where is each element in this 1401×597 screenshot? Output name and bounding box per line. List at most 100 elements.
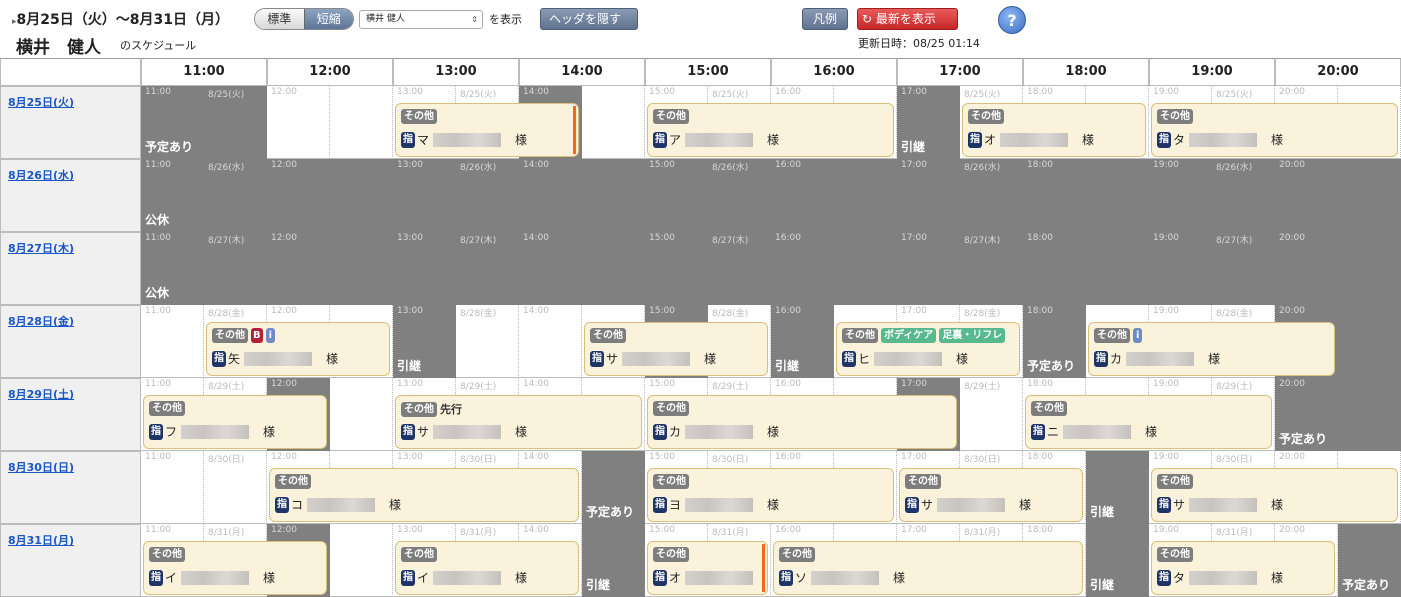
time-slot[interactable]: 8/27(木) — [456, 232, 519, 305]
time-slot[interactable]: 19:00 — [1149, 159, 1212, 232]
appointment[interactable]: その他指サ 様 — [899, 468, 1083, 522]
appointment[interactable]: その他指サ 様 — [584, 322, 768, 376]
time-slot[interactable] — [330, 232, 393, 305]
time-slot[interactable]: 13:00 — [393, 232, 456, 305]
date-range: ▸8月25日（火）〜8月31日（月） — [12, 12, 229, 28]
updated-time: 更新日時：08/25 01:14 — [858, 37, 980, 50]
time-slot[interactable]: 17:00 — [897, 232, 960, 305]
hour-header: 19:00 — [1149, 58, 1275, 86]
time-slot[interactable] — [1338, 305, 1401, 378]
time-slot[interactable]: 8/25(火) — [204, 86, 267, 159]
time-slot[interactable]: 17:00 — [897, 159, 960, 232]
time-slot[interactable] — [834, 232, 897, 305]
day-link[interactable]: 8月26日(水) — [8, 169, 74, 182]
time-slot[interactable] — [330, 524, 393, 597]
time-slot[interactable] — [582, 232, 645, 305]
redacted-name — [874, 351, 943, 366]
time-slot[interactable]: 16:00 — [771, 232, 834, 305]
appointment[interactable]: その他指ア 様 — [647, 103, 894, 157]
redacted-name — [181, 570, 250, 585]
time-slot[interactable]: 18:00 — [1023, 159, 1086, 232]
time-slot[interactable]: 8/26(水) — [708, 159, 771, 232]
time-slot[interactable]: 8/30(日) — [204, 451, 267, 524]
time-slot[interactable]: 14:00 — [519, 232, 582, 305]
appointment[interactable]: その他指ニ 様 — [1025, 395, 1272, 449]
time-slot[interactable]: 8/27(木) — [960, 232, 1023, 305]
appointment[interactable]: その他指フ 様 — [143, 395, 327, 449]
appointment[interactable]: その他指ソ 様 — [773, 541, 1083, 595]
day-link[interactable]: 8月29日(土) — [8, 388, 74, 401]
time-slot[interactable]: 8/28(金) — [456, 305, 519, 378]
time-slot[interactable]: 8/27(木) — [204, 232, 267, 305]
day-link[interactable]: 8月30日(日) — [8, 461, 74, 474]
time-slot[interactable]: 8/26(水) — [960, 159, 1023, 232]
category-badge: その他 — [1157, 547, 1193, 562]
appointment[interactable]: その他指イ 様 — [143, 541, 327, 595]
time-slot[interactable] — [1086, 159, 1149, 232]
time-slot[interactable]: 14:00 — [519, 305, 582, 378]
time-slot[interactable] — [1086, 232, 1149, 305]
time-slot[interactable] — [1338, 378, 1401, 451]
appointment[interactable]: その他指コ 様 — [269, 468, 579, 522]
time-slot[interactable] — [582, 86, 645, 159]
time-slot[interactable]: 20:00 — [1275, 232, 1338, 305]
time-slot[interactable]: 12:00 — [267, 232, 330, 305]
time-slot[interactable]: 12:00 — [267, 86, 330, 159]
time-slot[interactable] — [330, 378, 393, 451]
time-slot[interactable]: 8/26(水) — [204, 159, 267, 232]
time-slot[interactable]: 14:00 — [519, 159, 582, 232]
time-slot[interactable]: 8/27(木) — [708, 232, 771, 305]
time-slot[interactable]: 15:00 — [645, 232, 708, 305]
time-slot[interactable]: 8/27(木) — [1212, 232, 1275, 305]
appointment[interactable]: その他指イ 様 — [395, 541, 579, 595]
appointment[interactable]: その他指オ 様 — [647, 541, 768, 595]
time-slot[interactable]: 8/26(水) — [1212, 159, 1275, 232]
time-slot[interactable] — [1338, 159, 1401, 232]
time-slot[interactable] — [582, 159, 645, 232]
appointment[interactable]: その他 i 指カ 様 — [1088, 322, 1335, 376]
help-icon[interactable]: ? — [998, 6, 1026, 34]
view-compact-button[interactable]: 短縮 — [303, 9, 353, 29]
time-slot[interactable]: 20:00 — [1275, 159, 1338, 232]
appointment[interactable]: その他指オ 様 — [962, 103, 1146, 157]
time-slot[interactable]: 11:00 — [141, 451, 204, 524]
day-link[interactable]: 8月28日(金) — [8, 315, 74, 328]
appointment[interactable]: その他 先行指サ 様 — [395, 395, 642, 449]
time-slot[interactable]: 13:00 — [393, 159, 456, 232]
view-toggle[interactable]: 標準 短縮 — [254, 8, 354, 30]
appointment[interactable]: その他指タ 様 — [1151, 541, 1335, 595]
time-slot[interactable]: 8/26(水) — [456, 159, 519, 232]
time-slot[interactable]: 18:00 — [1023, 232, 1086, 305]
legend-button[interactable]: 凡例 — [802, 8, 848, 30]
staff-select[interactable]: 横井 健人 ⇕ — [359, 10, 483, 29]
time-slot[interactable] — [1338, 232, 1401, 305]
view-standard-button[interactable]: 標準 — [255, 9, 304, 29]
category-badge: その他 — [842, 328, 878, 343]
appointment[interactable]: その他 ボディケア 足裏・リフレ指ヒ 様 — [836, 322, 1020, 376]
appointment[interactable]: その他 Bi 指矢 様 — [206, 322, 390, 376]
refresh-button[interactable]: ↻ 最新を表示 — [857, 8, 958, 30]
appointment[interactable]: その他指マ 様 — [395, 103, 579, 157]
appointment[interactable]: その他指サ 様 — [1151, 468, 1398, 522]
time-slot[interactable]: 8/29(土) — [960, 378, 1023, 451]
time-slot[interactable]: 12:00 — [267, 159, 330, 232]
hour-header: 15:00 — [645, 58, 771, 86]
time-slot[interactable]: 19:00 — [1149, 232, 1212, 305]
hide-header-button[interactable]: ヘッダを隠す — [540, 8, 638, 30]
time-slot[interactable]: 11:00 — [141, 305, 204, 378]
category-badge: その他 — [1157, 474, 1193, 489]
day-link[interactable]: 8月27日(木) — [8, 242, 74, 255]
day-link[interactable]: 8月25日(火) — [8, 96, 74, 109]
time-slot[interactable]: 15:00 — [645, 159, 708, 232]
time-slot[interactable] — [330, 86, 393, 159]
appointment[interactable]: その他指カ 様 — [647, 395, 957, 449]
time-slot[interactable] — [330, 159, 393, 232]
time-slot[interactable] — [834, 159, 897, 232]
day-link[interactable]: 8月31日(月) — [8, 534, 74, 547]
customer-initial: コ — [291, 498, 304, 512]
time-slot[interactable]: 16:00 — [771, 159, 834, 232]
category-badge: その他 — [905, 474, 941, 489]
appointment[interactable]: その他指ヨ 様 — [647, 468, 894, 522]
appointment[interactable]: その他指タ 様 — [1151, 103, 1398, 157]
customer-name: 指ニ 様 — [1031, 423, 1157, 440]
